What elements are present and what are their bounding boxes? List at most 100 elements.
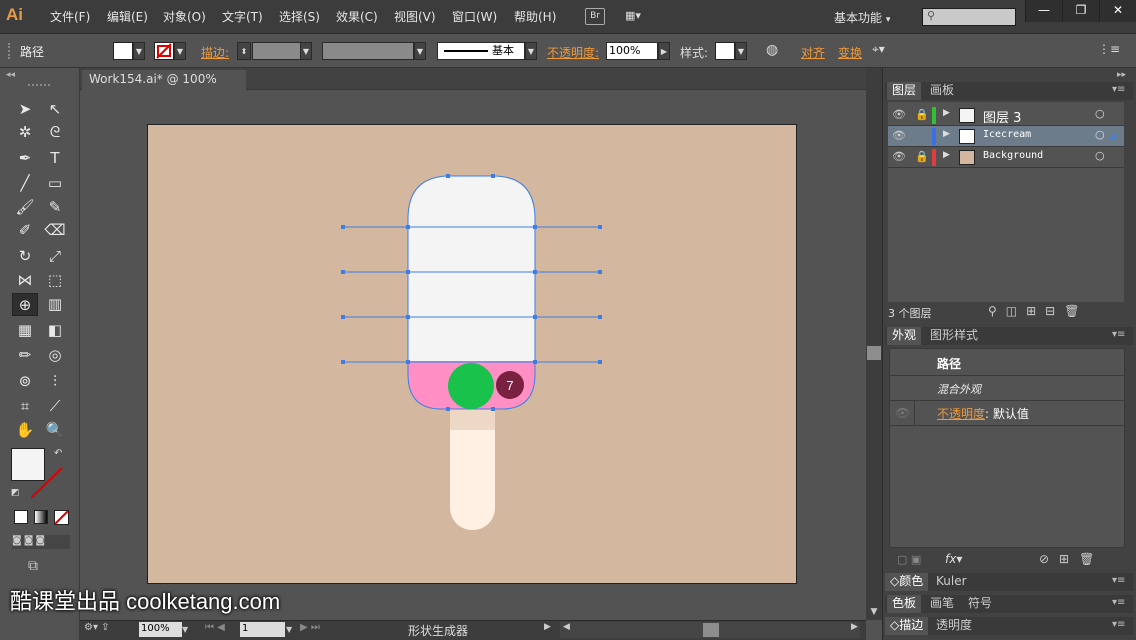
tab-stroke[interactable]: ◇描边 (885, 617, 929, 635)
opacity-link[interactable]: 不透明度 (937, 407, 985, 421)
stroke-weight-input[interactable] (252, 42, 302, 60)
appearance-action-icons[interactable]: ⊘⊞🗑 (1039, 552, 1104, 566)
artwork[interactable]: 7 (147, 124, 797, 584)
tab-brushes[interactable]: 画笔 (925, 595, 959, 613)
eye-icon[interactable]: 👁 (892, 129, 906, 142)
gradient-tool-icon[interactable]: ◧ (42, 319, 68, 342)
tab-swatches[interactable]: 色板 (887, 595, 922, 613)
recolor-artwork-icon[interactable]: ◍ (766, 42, 778, 58)
tab-artboards[interactable]: 画板 (925, 82, 959, 100)
layers-menu-icon[interactable]: ▾≡ (1112, 84, 1125, 95)
menu-file[interactable]: 文件(F) (50, 8, 90, 25)
profile-dropdown[interactable]: ▼ (414, 42, 426, 60)
eyedropper-icon[interactable]: ✏ (12, 344, 38, 367)
color-mode-button[interactable] (14, 510, 28, 524)
selection-indicator[interactable] (1109, 133, 1115, 139)
pencil-tool-icon[interactable]: ✎ (42, 196, 68, 219)
tab-appearance[interactable]: 外观 (887, 327, 922, 345)
expand-triangle-icon[interactable]: ▶ (943, 150, 950, 160)
stroke-swatch[interactable] (154, 42, 174, 60)
appearance-menu-icon[interactable]: ▾≡ (1112, 329, 1125, 340)
menu-effect[interactable]: 效果(C) (336, 8, 378, 25)
lock-icon[interactable]: 🔒 (915, 108, 929, 121)
eye-icon[interactable]: 👁 (892, 150, 906, 163)
horizontal-scroll-thumb[interactable] (703, 623, 719, 637)
layer-name[interactable]: Background (983, 150, 1043, 161)
stroke-dropdown[interactable]: ▼ (174, 42, 186, 60)
line-tool-icon[interactable]: ╱ (12, 172, 38, 195)
expand-panels-icon[interactable]: ▸▸ (1117, 70, 1126, 80)
tab-kuler[interactable]: Kuler (931, 573, 972, 591)
scroll-right-icon[interactable]: ▶ (851, 622, 858, 632)
menu-help[interactable]: 帮助(H) (514, 8, 556, 25)
scroll-left-icon[interactable]: ◀ (563, 622, 570, 632)
appearance-add-icons[interactable]: ▢ ▣ (897, 553, 921, 566)
rotate-tool-icon[interactable]: ↻ (12, 245, 38, 268)
document-tab[interactable]: Work154.ai* @ 100% (RGB/预览) × (82, 70, 246, 105)
stroke-weight-stepper[interactable]: ⬍ (237, 42, 251, 60)
eye-icon[interactable]: 👁 (892, 108, 906, 121)
workspace-switcher[interactable]: 基本功能 ▾ (834, 9, 890, 26)
zoom-dropdown[interactable]: ▼ (182, 622, 194, 637)
lasso-tool-icon[interactable]: ᘓ (42, 121, 68, 144)
stroke-weight-dropdown[interactable]: ▼ (300, 42, 312, 60)
menu-select[interactable]: 选择(S) (279, 8, 320, 25)
fx-icon[interactable]: fx▾ (945, 552, 962, 566)
tab-layers[interactable]: 图层 (887, 82, 922, 100)
menu-view[interactable]: 视图(V) (394, 8, 436, 25)
menu-window[interactable]: 窗口(W) (452, 8, 497, 25)
paintbrush-tool-icon[interactable]: 🖌 (12, 196, 38, 219)
blend-tool-icon[interactable]: ◎ (42, 344, 68, 367)
zoom-field[interactable]: 100% (139, 622, 182, 637)
panel-menu-icon[interactable]: ▾≡ (1112, 575, 1125, 586)
magic-wand-icon[interactable]: ✲ (12, 121, 38, 144)
mesh-tool-icon[interactable]: ▦ (12, 319, 38, 342)
status-menu-arrow[interactable]: ▶ (544, 622, 551, 632)
column-graph-icon[interactable]: ⫶ (42, 370, 68, 393)
swap-colors-icon[interactable]: ↶ (54, 448, 62, 459)
screen-mode-icon[interactable]: ⧉ (28, 558, 38, 574)
control-menu-icon[interactable]: ⋮≡ (1098, 42, 1120, 56)
graphic-style-dropdown[interactable]: ▼ (735, 42, 747, 60)
hand-tool-icon[interactable]: ✋ (12, 419, 38, 442)
layer-name[interactable]: 图层 3 (983, 107, 1021, 126)
tab-symbols[interactable]: 符号 (963, 595, 997, 613)
status-icons[interactable]: ⚙▾ ⇪ (84, 622, 110, 633)
gradient-mode-button[interactable] (34, 510, 48, 524)
artboard-number-field[interactable]: 1 (240, 622, 285, 637)
transform-link[interactable]: 变换 (838, 44, 862, 61)
blob-brush-icon[interactable]: ✐ (12, 219, 38, 242)
panel-menu-icon[interactable]: ▾≡ (1112, 619, 1125, 630)
rectangle-tool-icon[interactable]: ▭ (42, 172, 68, 195)
vertical-scrollbar[interactable] (866, 68, 882, 620)
eraser-tool-icon[interactable]: ⌫ (42, 219, 68, 242)
none-mode-button[interactable] (54, 510, 69, 525)
layers-action-icons[interactable]: ⚲◫⊞⊟🗑 (988, 304, 1088, 318)
stroke-label[interactable]: 描边: (201, 44, 229, 61)
draw-mode-icons[interactable]: ◙◙◙ (12, 535, 70, 549)
type-tool-icon[interactable]: T (42, 147, 68, 170)
shape-builder-tool-icon[interactable]: ⊕ (12, 293, 38, 316)
scroll-down-icon[interactable]: ▼ (866, 604, 882, 620)
artboard-dropdown[interactable]: ▼ (286, 622, 292, 637)
slice-tool-icon[interactable]: ⟋ (42, 395, 68, 418)
menu-edit[interactable]: 编辑(E) (107, 8, 148, 25)
width-tool-icon[interactable]: ⋈ (12, 269, 38, 292)
layer-name[interactable]: Icecream (983, 129, 1031, 140)
tab-transparency[interactable]: 透明度 (931, 617, 977, 635)
first-prev-artboard-icon[interactable]: ⏮ ◀ (205, 622, 225, 633)
opacity-row[interactable]: 不透明度: 默认值 (937, 405, 1029, 422)
layer-row-background[interactable]: 👁 🔒 ▶ Background ○ (888, 147, 1124, 168)
brush-style-field[interactable]: 基本 (437, 42, 525, 60)
opacity-label[interactable]: 不透明度: (547, 44, 599, 61)
tab-graphic-styles[interactable]: 图形样式 (925, 327, 983, 345)
free-transform-icon[interactable]: ⬚ (42, 269, 68, 292)
bridge-button[interactable]: Br (585, 8, 605, 25)
menu-type[interactable]: 文字(T) (222, 8, 263, 25)
target-circle-icon[interactable]: ○ (1095, 149, 1105, 162)
lock-icon[interactable]: 🔒 (915, 150, 929, 163)
arrange-documents-icon[interactable]: ▦▾ (625, 9, 651, 24)
scale-tool-icon[interactable]: ⤢ (42, 245, 68, 268)
variable-width-profile[interactable] (322, 42, 414, 60)
tab-color[interactable]: ◇颜色 (885, 573, 929, 591)
